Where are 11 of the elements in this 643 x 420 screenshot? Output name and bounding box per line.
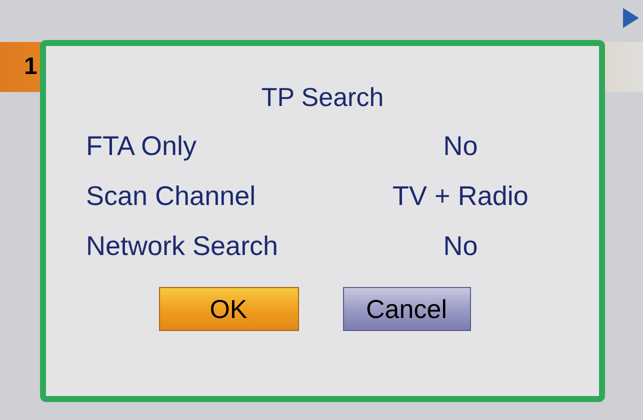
- ok-button[interactable]: OK: [158, 287, 298, 331]
- field-label: Scan Channel: [86, 180, 257, 213]
- row-number: 1: [24, 52, 38, 82]
- cancel-button[interactable]: Cancel: [342, 287, 470, 331]
- right-arrow-icon: [623, 8, 639, 28]
- field-value[interactable]: No: [362, 126, 559, 166]
- field-label: FTA Only: [86, 130, 198, 163]
- field-value[interactable]: TV + Radio: [362, 176, 559, 216]
- field-label: Network Search: [86, 230, 280, 263]
- field-value[interactable]: No: [362, 226, 559, 266]
- dialog-title: TP Search: [261, 81, 384, 114]
